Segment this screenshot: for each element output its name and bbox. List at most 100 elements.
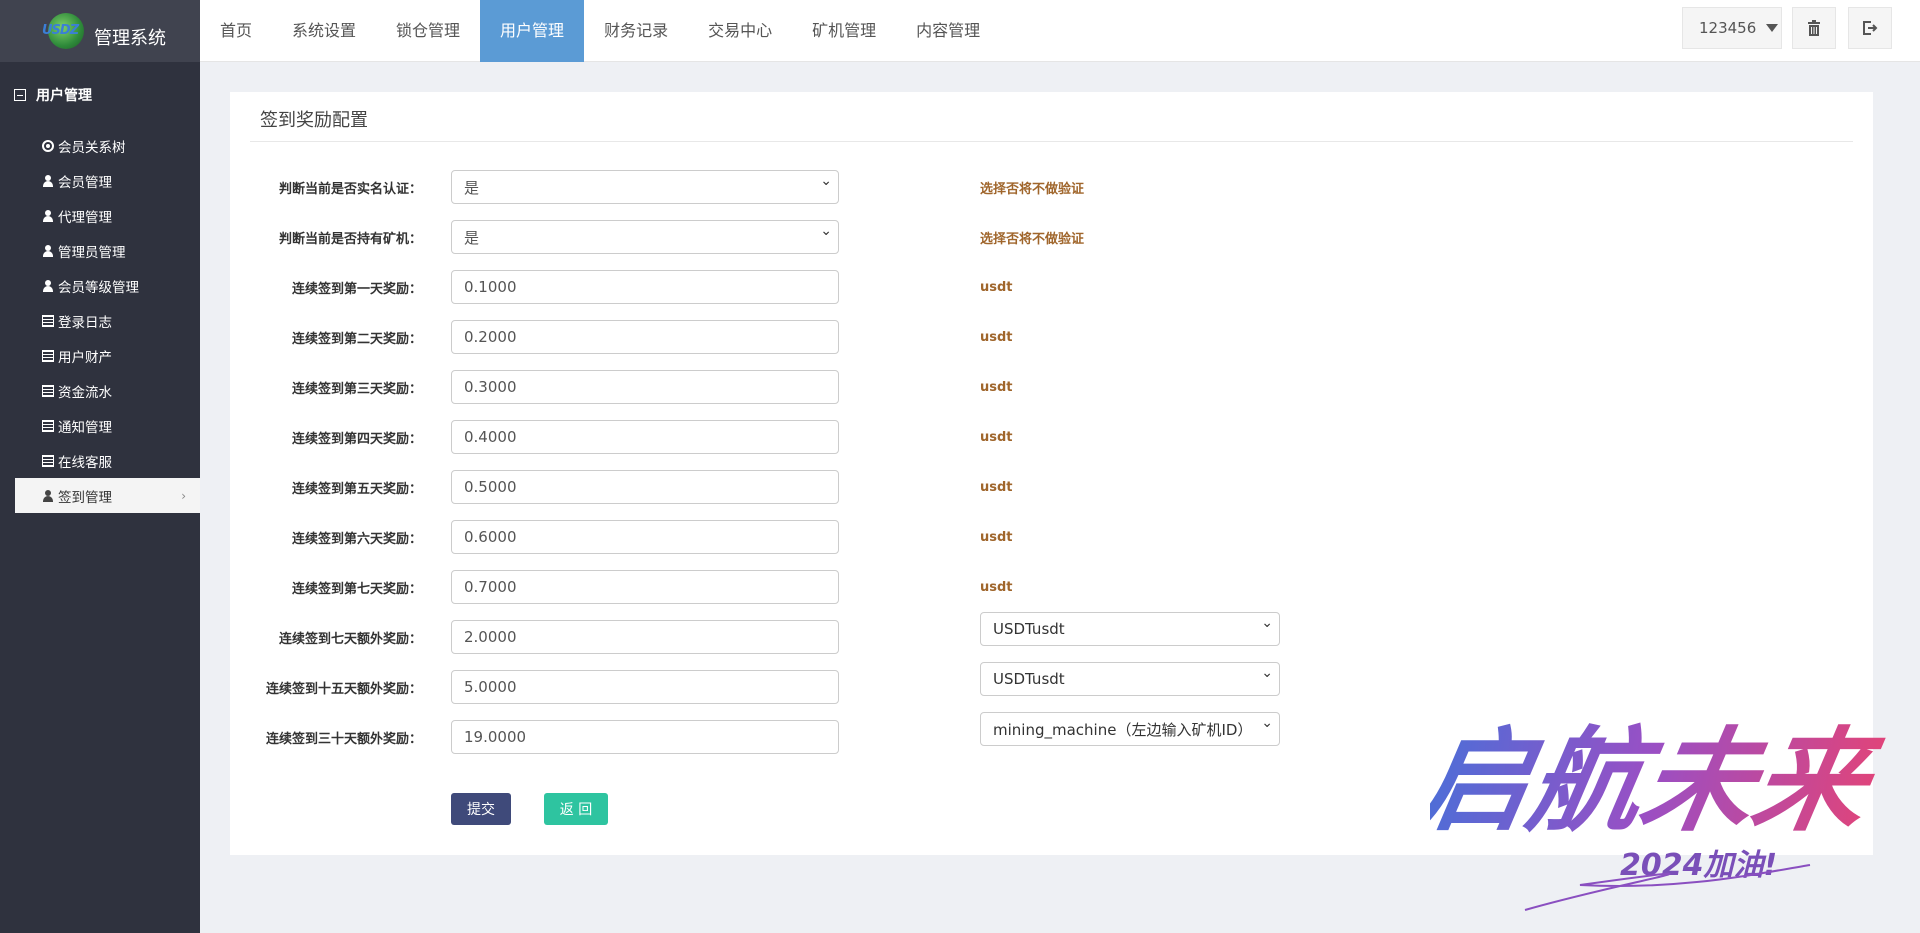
list-icon <box>42 454 54 467</box>
yes-no-select[interactable]: 是 <box>451 220 839 254</box>
sidebar-item-label: 签到管理 <box>58 489 112 506</box>
tab-7[interactable]: 内容管理 <box>896 0 1000 62</box>
reward-input[interactable]: 0.7000 <box>451 570 839 604</box>
sidebar-item-label: 会员等级管理 <box>58 279 139 296</box>
form-row: 判断当前是否实名认证： 是 选择否将不做验证 <box>230 170 1084 204</box>
form-row: 连续签到第三天奖励： 0.3000 usdt <box>230 370 1013 404</box>
app-title: 管理系统 <box>94 28 166 49</box>
form-row: 连续签到第二天奖励： 0.2000 usdt <box>230 320 1013 354</box>
sidebar-item-label: 登录日志 <box>58 314 112 331</box>
user-icon <box>42 489 54 502</box>
logout-icon <box>1863 21 1878 35</box>
reward-input[interactable]: 19.0000 <box>451 720 839 754</box>
form-row: 连续签到第一天奖励： 0.1000 usdt <box>230 270 1013 304</box>
globe-logo-icon: USDZ <box>40 11 90 51</box>
sidebar-item-9[interactable]: 在线客服 <box>0 443 200 478</box>
list-icon <box>42 419 54 432</box>
field-label: 连续签到第三天奖励： <box>291 381 422 397</box>
user-name: 123456 <box>1699 19 1757 37</box>
reward-type-select[interactable]: USDTusdt <box>980 662 1280 696</box>
trash-button[interactable] <box>1792 7 1836 49</box>
sidebar-item-3[interactable]: 管理员管理 <box>0 233 200 268</box>
panel-title: 签到奖励配置 <box>260 110 368 131</box>
tab-2[interactable]: 锁仓管理 <box>376 0 480 62</box>
reward-type-select[interactable]: mining_machine（左边输入矿机ID） <box>980 712 1280 746</box>
user-icon <box>42 244 54 257</box>
sidebar-item-1[interactable]: 会员管理 <box>0 163 200 198</box>
sidebar-item-label: 在线客服 <box>58 454 112 471</box>
field-label: 连续签到十五天额外奖励： <box>265 681 422 697</box>
tab-6[interactable]: 矿机管理 <box>792 0 896 62</box>
field-label: 连续签到第四天奖励： <box>291 431 422 447</box>
tab-4[interactable]: 财务记录 <box>584 0 688 62</box>
reward-input[interactable]: 0.4000 <box>451 420 839 454</box>
list-icon <box>42 314 54 327</box>
sidebar-item-10[interactable]: 签到管理 › <box>15 478 200 513</box>
user-menu-dropdown[interactable]: 123456 <box>1682 7 1782 49</box>
divider <box>250 141 1853 142</box>
reward-input[interactable]: 0.6000 <box>451 520 839 554</box>
sidebar: USDZ 管理系统 用户管理 会员关系树会员管理代理管理管理员管理会员等级管理登… <box>0 0 200 933</box>
sidebar-group-user-management[interactable]: 用户管理 <box>0 62 200 128</box>
sidebar-item-4[interactable]: 会员等级管理 <box>0 268 200 303</box>
field-hint: usdt <box>980 479 1013 495</box>
trash-icon <box>1808 20 1820 36</box>
field-label: 判断当前是否实名认证： <box>278 181 422 197</box>
field-label: 判断当前是否持有矿机： <box>278 231 422 247</box>
list-icon <box>42 384 54 397</box>
reward-input[interactable]: 5.0000 <box>451 670 839 704</box>
sidebar-item-7[interactable]: 资金流水 <box>0 373 200 408</box>
logout-button[interactable] <box>1848 7 1892 49</box>
field-hint: usdt <box>980 529 1013 545</box>
form-row: 连续签到七天额外奖励： 2.0000 USDTusdt <box>230 612 1280 654</box>
form-row: 判断当前是否持有矿机： 是 选择否将不做验证 <box>230 220 1084 254</box>
field-label: 连续签到七天额外奖励： <box>278 631 422 647</box>
tab-5[interactable]: 交易中心 <box>688 0 792 62</box>
reward-input[interactable]: 0.2000 <box>451 320 839 354</box>
tab-1[interactable]: 系统设置 <box>272 0 376 62</box>
user-icon <box>42 174 54 187</box>
form-row: 连续签到第七天奖励： 0.7000 usdt <box>230 570 1013 604</box>
reward-input[interactable]: 0.1000 <box>451 270 839 304</box>
field-hint: usdt <box>980 579 1013 595</box>
collapse-icon <box>14 89 26 101</box>
back-button[interactable]: 返 回 <box>544 793 608 825</box>
field-label: 连续签到第七天奖励： <box>291 581 422 597</box>
tab-0[interactable]: 首页 <box>200 0 272 62</box>
sidebar-group-label: 用户管理 <box>36 88 92 104</box>
user-icon <box>42 209 54 222</box>
target-icon <box>42 139 54 152</box>
user-icon <box>42 279 54 292</box>
watermark-logo: 启航未来 2024加油! <box>1430 715 1890 911</box>
field-label: 连续签到第二天奖励： <box>291 331 422 347</box>
field-hint: 选择否将不做验证 <box>980 231 1085 247</box>
form-row: 连续签到第六天奖励： 0.6000 usdt <box>230 520 1013 554</box>
field-hint: usdt <box>980 429 1013 445</box>
reward-type-select[interactable]: USDTusdt <box>980 612 1280 646</box>
sidebar-item-5[interactable]: 登录日志 <box>0 303 200 338</box>
sidebar-item-6[interactable]: 用户财产 <box>0 338 200 373</box>
form-row: 连续签到十五天额外奖励： 5.0000 USDTusdt <box>230 662 1280 704</box>
watermark-sub: 2024加油! <box>1620 848 1777 883</box>
sidebar-item-label: 通知管理 <box>58 419 112 436</box>
reward-input[interactable]: 0.5000 <box>451 470 839 504</box>
sidebar-item-label: 管理员管理 <box>58 244 126 261</box>
field-hint: usdt <box>980 379 1013 395</box>
tab-3[interactable]: 用户管理 <box>480 0 585 62</box>
reward-input[interactable]: 0.3000 <box>451 370 839 404</box>
field-label: 连续签到三十天额外奖励： <box>265 731 422 747</box>
sidebar-item-label: 会员管理 <box>58 174 112 191</box>
yes-no-select[interactable]: 是 <box>451 170 839 204</box>
field-label: 连续签到第一天奖励： <box>291 281 422 297</box>
sidebar-item-label: 用户财产 <box>58 349 112 366</box>
app-logo[interactable]: USDZ 管理系统 <box>0 0 200 62</box>
sidebar-item-8[interactable]: 通知管理 <box>0 408 200 443</box>
chevron-right-icon: › <box>181 489 186 503</box>
reward-input[interactable]: 2.0000 <box>451 620 839 654</box>
sidebar-item-label: 会员关系树 <box>58 139 126 156</box>
sidebar-item-label: 资金流水 <box>58 384 112 401</box>
field-hint: usdt <box>980 279 1013 295</box>
submit-button[interactable]: 提交 <box>451 793 511 825</box>
sidebar-item-0[interactable]: 会员关系树 <box>0 128 200 163</box>
sidebar-item-2[interactable]: 代理管理 <box>0 198 200 233</box>
